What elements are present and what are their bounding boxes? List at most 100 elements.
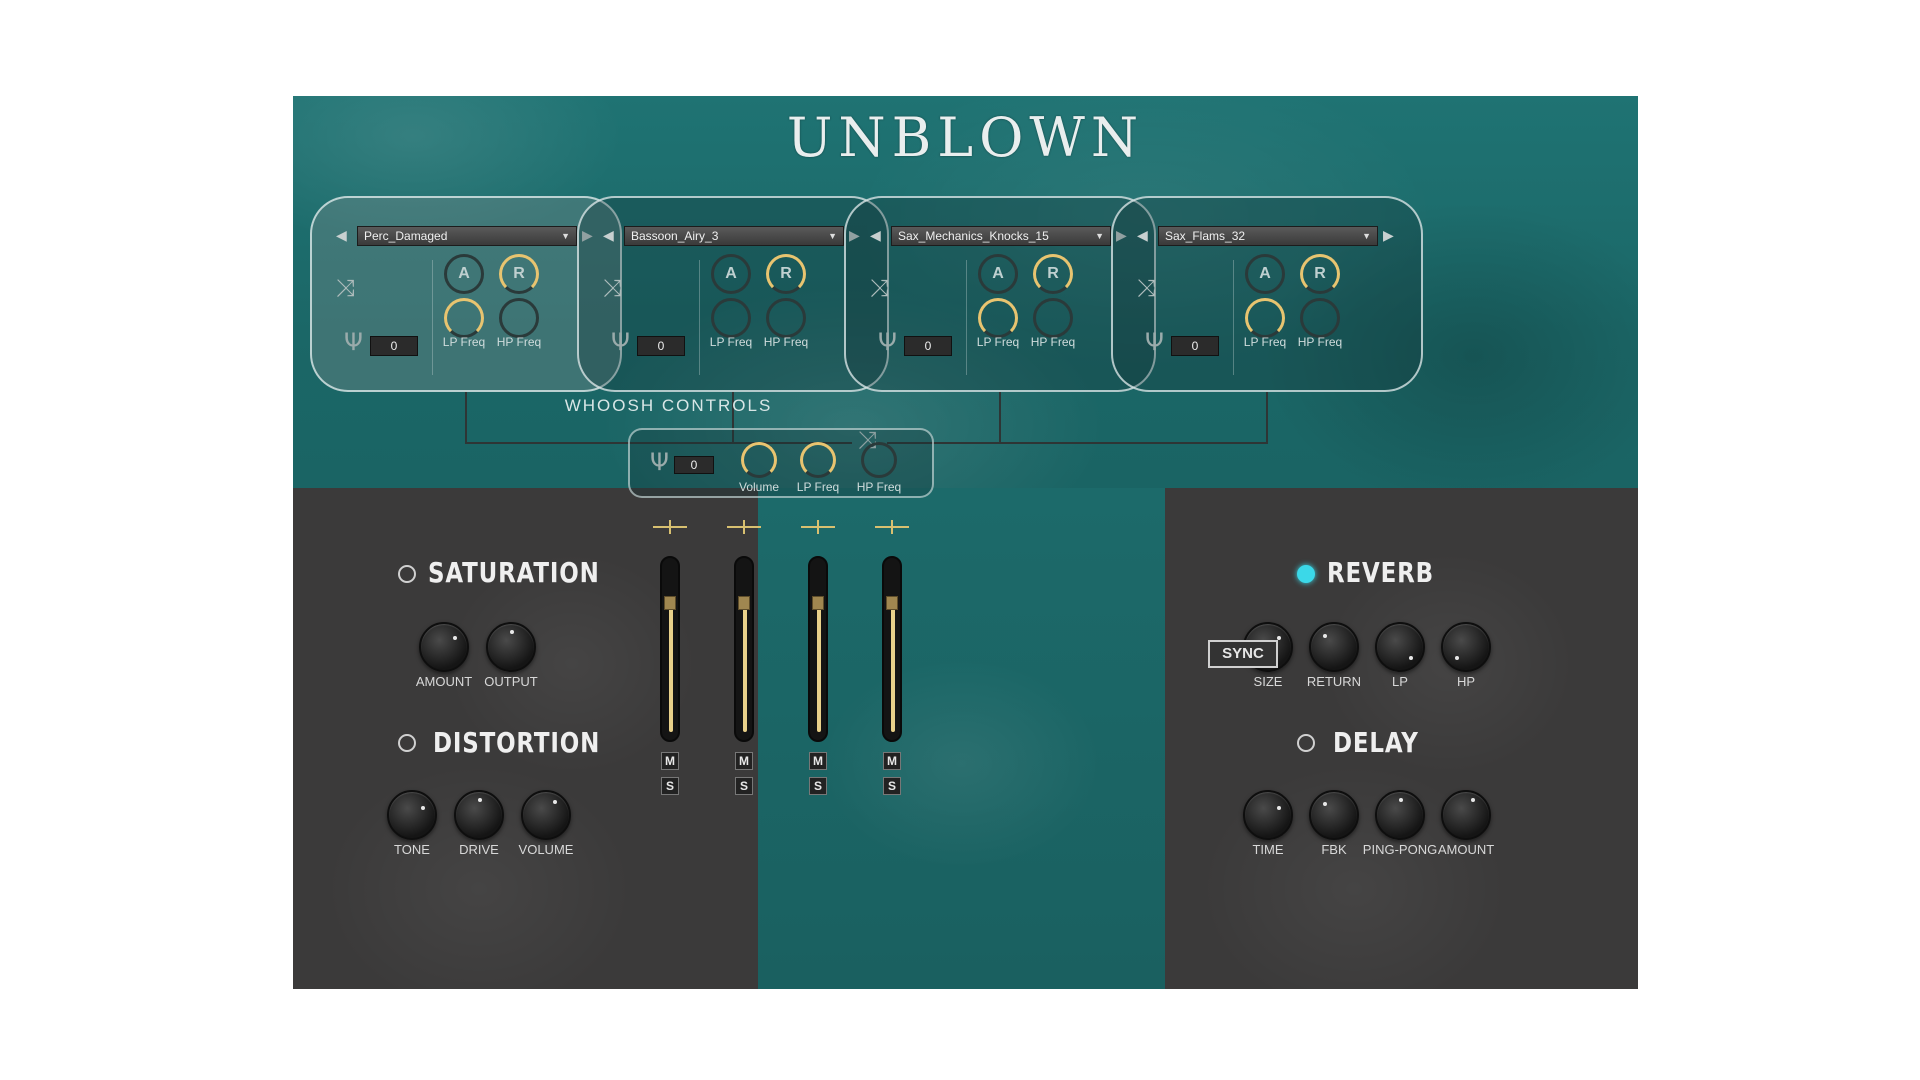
lp-freq-knob[interactable] (444, 298, 484, 338)
shuffle-icon[interactable]: ⤨ (603, 274, 622, 302)
delay-amount-knob[interactable] (1441, 790, 1491, 840)
pan-control-4[interactable] (875, 520, 909, 534)
release-knob[interactable]: R (766, 254, 806, 294)
reverb-lp-knob[interactable] (1375, 622, 1425, 672)
sample-section: UNBLOWN ◀ Perc_Damaged ▼ ▶ ⤨ Ψ 0 A R LP F… (293, 96, 1638, 488)
fader-1[interactable] (660, 556, 680, 742)
solo-button-3[interactable]: S (809, 777, 827, 795)
output-label: OUTPUT (484, 674, 538, 689)
attack-knob[interactable]: A (1245, 254, 1285, 294)
solo-button-2[interactable]: S (735, 777, 753, 795)
saturation-toggle[interactable] (398, 565, 416, 583)
sample-select-label: Bassoon_Airy_3 (631, 229, 719, 243)
tune-value[interactable]: 0 (637, 336, 685, 356)
pan-control-3[interactable] (801, 520, 835, 534)
fader-fill (743, 603, 747, 732)
attack-knob[interactable]: A (978, 254, 1018, 294)
volume-label: VOLUME (518, 842, 574, 857)
lp-freq-knob[interactable] (711, 298, 751, 338)
arrow-right-icon[interactable]: ▶ (1383, 228, 1394, 244)
lp-freq-knob[interactable] (978, 298, 1018, 338)
fader-handle[interactable] (886, 596, 898, 610)
fader-handle[interactable] (812, 596, 824, 610)
distortion-volume-knob[interactable] (521, 790, 571, 840)
pan-control-2[interactable] (727, 520, 761, 534)
delay-pingpong-knob[interactable] (1375, 790, 1425, 840)
sample-module-3[interactable]: ◀ Sax_Mechanics_Knocks_15 ▼ ▶ ⤨ Ψ 0 A R L… (844, 196, 1156, 392)
arrow-left-icon[interactable]: ◀ (870, 228, 881, 244)
whoosh-lp-freq-knob[interactable] (800, 442, 836, 478)
hp-freq-knob[interactable] (1300, 298, 1340, 338)
connector-line (1266, 392, 1268, 444)
tuning-fork-icon: Ψ (344, 328, 363, 356)
saturation-output-knob[interactable] (486, 622, 536, 672)
reverb-toggle[interactable] (1297, 565, 1315, 583)
sample-select-3[interactable]: Sax_Mechanics_Knocks_15 ▼ (891, 226, 1111, 246)
saturation-amount-knob[interactable] (419, 622, 469, 672)
divider (699, 260, 700, 375)
fader-2[interactable] (734, 556, 754, 742)
whoosh-volume-knob[interactable] (741, 442, 777, 478)
chevron-down-icon: ▼ (828, 231, 837, 241)
release-knob[interactable]: R (1033, 254, 1073, 294)
fader-4[interactable] (882, 556, 902, 742)
release-knob[interactable]: R (1300, 254, 1340, 294)
lp-freq-knob[interactable] (1245, 298, 1285, 338)
hp-freq-label: HP Freq (1030, 335, 1076, 349)
mute-button-2[interactable]: M (735, 752, 753, 770)
arrow-left-icon[interactable]: ◀ (1137, 228, 1148, 244)
solo-button-4[interactable]: S (883, 777, 901, 795)
hp-freq-knob[interactable] (766, 298, 806, 338)
delay-toggle[interactable] (1297, 734, 1315, 752)
mute-button-1[interactable]: M (661, 752, 679, 770)
divider (966, 260, 967, 375)
fader-fill (817, 603, 821, 732)
shuffle-icon[interactable]: ⤨ (870, 274, 889, 302)
reverb-hp-knob[interactable] (1441, 622, 1491, 672)
reverb-return-knob[interactable] (1309, 622, 1359, 672)
sample-module-1[interactable]: ◀ Perc_Damaged ▼ ▶ ⤨ Ψ 0 A R LP Freq HP F… (310, 196, 622, 392)
sample-select-4[interactable]: Sax_Flams_32 ▼ (1158, 226, 1378, 246)
release-knob[interactable]: R (499, 254, 539, 294)
shuffle-icon[interactable]: ⤨ (1137, 274, 1156, 302)
attack-knob[interactable]: A (711, 254, 751, 294)
fader-handle[interactable] (664, 596, 676, 610)
distortion-tone-knob[interactable] (387, 790, 437, 840)
shuffle-icon[interactable]: ⤨ (336, 274, 355, 302)
delay-sync-button[interactable]: SYNC (1208, 640, 1278, 668)
distortion-toggle[interactable] (398, 734, 416, 752)
sample-select-label: Sax_Mechanics_Knocks_15 (898, 229, 1049, 243)
tune-value[interactable]: 0 (370, 336, 418, 356)
sample-select-2[interactable]: Bassoon_Airy_3 ▼ (624, 226, 844, 246)
hp-freq-label: HP Freq (496, 335, 542, 349)
arrow-left-icon[interactable]: ◀ (336, 228, 347, 244)
divider (432, 260, 433, 375)
sample-select-1[interactable]: Perc_Damaged ▼ (357, 226, 577, 246)
sample-module-2[interactable]: ◀ Bassoon_Airy_3 ▼ ▶ ⤨ Ψ 0 A R LP Freq HP… (577, 196, 889, 392)
whoosh-hp-freq-knob[interactable] (861, 442, 897, 478)
sample-select-label: Sax_Flams_32 (1165, 229, 1246, 243)
tune-value[interactable]: 0 (904, 336, 952, 356)
delay-title: DELAY (1333, 726, 1419, 759)
fader-handle[interactable] (738, 596, 750, 610)
left-effects-panel: SATURATION AMOUNT OUTPUT DISTORTION TONE… (293, 488, 758, 989)
distortion-drive-knob[interactable] (454, 790, 504, 840)
solo-button-1[interactable]: S (661, 777, 679, 795)
lp-freq-label: LP Freq (796, 480, 840, 494)
tune-value[interactable]: 0 (1171, 336, 1219, 356)
whoosh-tune-value[interactable]: 0 (674, 456, 714, 474)
mute-button-3[interactable]: M (809, 752, 827, 770)
hp-freq-knob[interactable] (499, 298, 539, 338)
hp-freq-knob[interactable] (1033, 298, 1073, 338)
whoosh-title: WHOOSH CONTROLS (564, 396, 773, 415)
sample-module-4[interactable]: ◀ Sax_Flams_32 ▼ ▶ ⤨ Ψ 0 A R LP Freq HP F… (1111, 196, 1423, 392)
reverb-title: REVERB (1327, 556, 1434, 589)
fader-3[interactable] (808, 556, 828, 742)
delay-time-knob[interactable] (1243, 790, 1293, 840)
arrow-left-icon[interactable]: ◀ (603, 228, 614, 244)
delay-fbk-knob[interactable] (1309, 790, 1359, 840)
attack-knob[interactable]: A (444, 254, 484, 294)
pan-control-1[interactable] (653, 520, 687, 534)
right-effects-panel: REVERB SIZE RETURN LP HP DELAY TIME FBK … (1165, 488, 1638, 989)
mute-button-4[interactable]: M (883, 752, 901, 770)
